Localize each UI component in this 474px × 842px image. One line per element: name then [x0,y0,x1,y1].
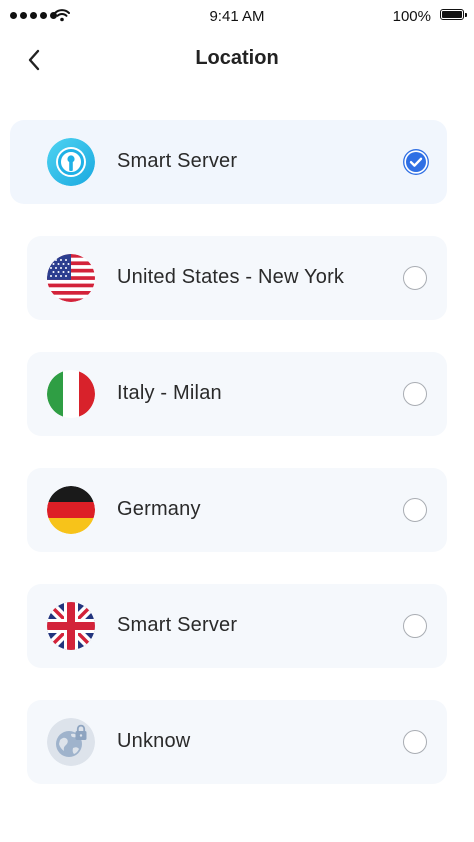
location-label: Smart Server [117,150,238,172]
radio-unselected[interactable] [403,266,427,290]
globe-lock-icon [47,718,95,766]
smart-server-icon [47,138,95,186]
germany-flag-icon [47,486,95,534]
radio-unselected[interactable] [403,498,427,522]
location-label: Germany [117,498,201,520]
navigation-bar: Location [0,36,474,84]
location-row-united-states[interactable]: United States - New York [27,236,447,320]
radio-unselected[interactable] [403,614,427,638]
location-label: United States - New York [117,266,345,288]
location-row-smart-server[interactable]: Smart Server [10,120,447,204]
location-row-germany[interactable]: Germany [27,468,447,552]
location-row-italy[interactable]: Italy - Milan [27,352,447,436]
status-bar: 9:41 AM 100% [0,0,474,32]
location-label: Italy - Milan [117,382,222,404]
battery-percentage: 100% [392,8,431,25]
battery-icon [440,9,467,20]
us-flag-icon [47,254,95,302]
radio-selected[interactable] [403,149,429,175]
location-row-unknown[interactable]: Unknow [27,700,447,784]
uk-flag-icon [47,602,95,650]
location-label: Unknow [117,730,191,752]
page-title: Location [195,47,279,69]
radio-unselected[interactable] [403,730,427,754]
location-label: Smart Server [117,614,238,636]
italy-flag-icon [47,370,95,418]
location-row-uk-smart-server[interactable]: Smart Server [27,584,447,668]
radio-unselected[interactable] [403,382,427,406]
check-circle-icon [403,149,429,175]
